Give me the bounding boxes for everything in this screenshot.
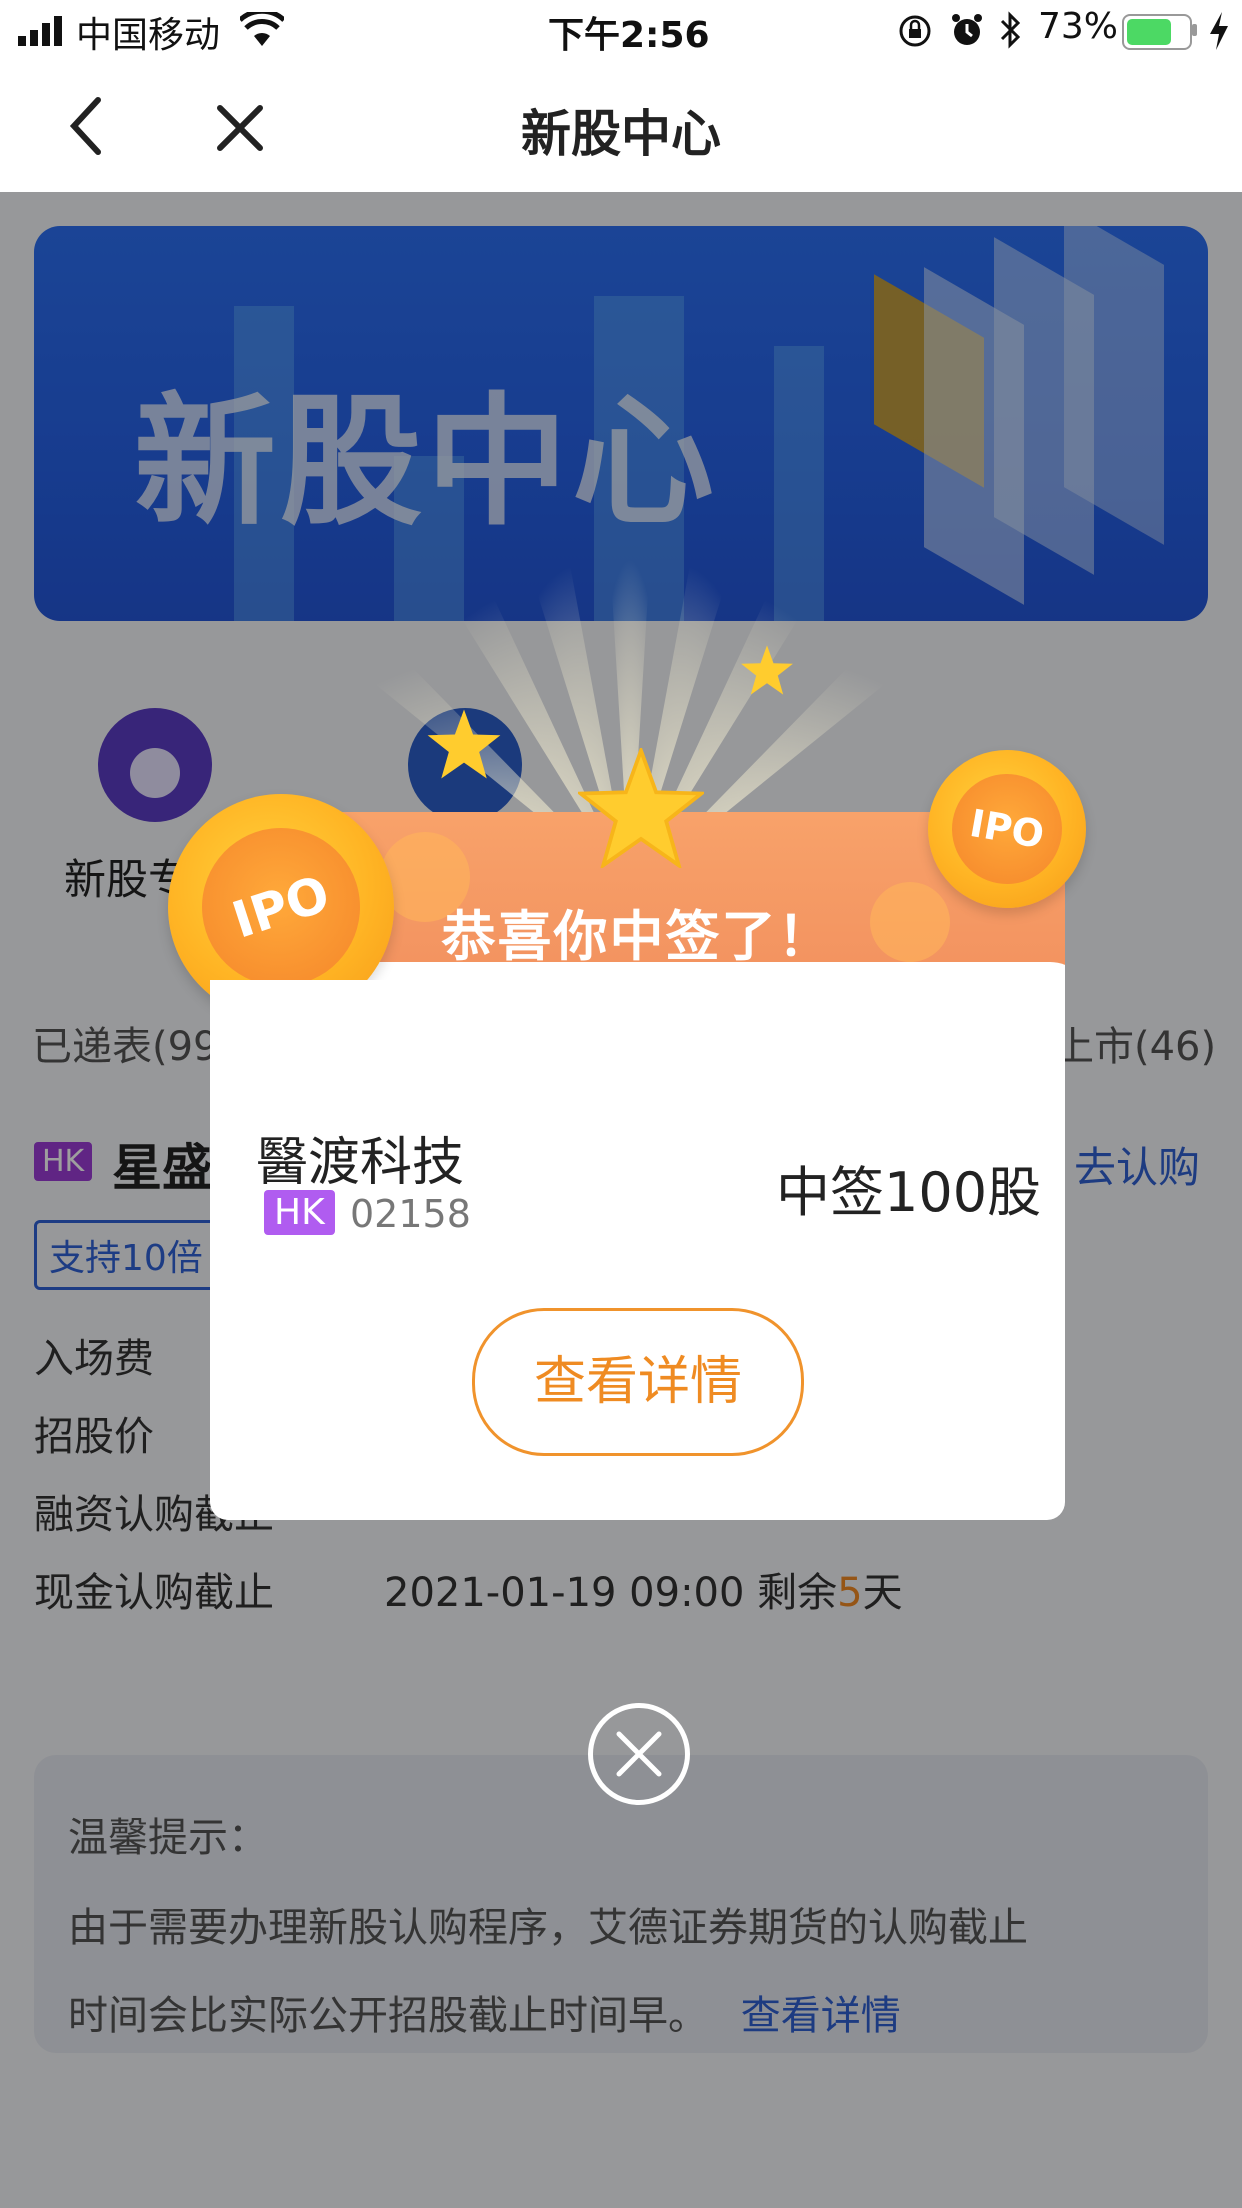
star-icon	[427, 709, 501, 779]
close-icon	[616, 1731, 662, 1777]
battery-icon	[1122, 14, 1192, 50]
page-title: 新股中心	[521, 105, 721, 163]
view-details-button[interactable]: 查看详情	[472, 1308, 804, 1456]
star-icon	[741, 645, 793, 695]
stock-code: 02158	[350, 1192, 471, 1236]
carrier-label: 中国移动	[76, 15, 221, 56]
alarm-icon	[952, 14, 982, 45]
orientation-lock-icon	[899, 15, 931, 47]
wifi-icon	[240, 12, 284, 46]
popup-body: 醫渡科技 HK 02158 中签100股 查看详情	[210, 980, 1065, 1520]
star-icon	[578, 748, 704, 868]
nav-bar: 新股中心	[0, 64, 1242, 192]
signal-icon	[18, 16, 62, 46]
ipo-coin-icon: IPO	[928, 750, 1086, 908]
status-bar: 中国移动 下午2:56 73%	[0, 0, 1242, 64]
stock-name: 醫渡科技	[256, 1133, 465, 1193]
allotment-result: 中签100股	[776, 1161, 1042, 1224]
clock: 下午2:56	[548, 15, 710, 56]
popup-close-button[interactable]	[588, 1703, 690, 1805]
battery-cap	[1192, 24, 1197, 36]
bluetooth-icon	[1000, 11, 1021, 49]
market-badge: HK	[264, 1190, 335, 1235]
battery-percent: 73%	[1038, 6, 1119, 47]
charging-icon	[1210, 12, 1228, 50]
